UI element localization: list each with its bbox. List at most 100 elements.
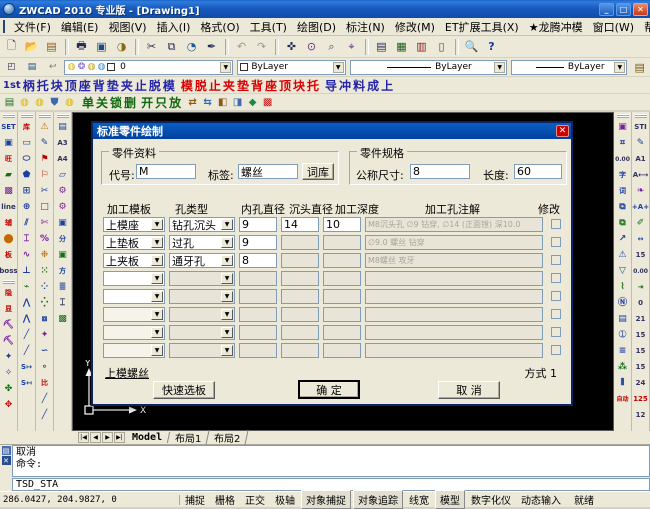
menu-help[interactable]: 帮助(H) <box>639 17 650 37</box>
copy-icon[interactable]: ⧉ <box>162 37 181 56</box>
tab-last-button[interactable]: ▶| <box>114 432 125 443</box>
mold-btn-bing[interactable]: 柄 <box>22 77 36 94</box>
row-counterbore-input[interactable] <box>281 253 319 268</box>
layer-match-icon[interactable]: ⇆ <box>201 96 214 109</box>
numbers-icon[interactable]: 0.00 <box>615 152 631 167</box>
row-counterbore-input[interactable] <box>281 235 319 250</box>
dim-000-icon[interactable]: 0.00 <box>633 264 649 279</box>
layer-btn-dan[interactable]: 单 <box>81 94 95 111</box>
shape-icon[interactable]: ⬤ <box>1 232 17 247</box>
row-inner-dia-input[interactable] <box>239 271 277 286</box>
double-angle-icon[interactable]: ⋀ <box>19 312 35 327</box>
n-circle-icon[interactable]: Ⓝ <box>615 296 631 311</box>
row-template-select[interactable]: 上垫板▼ <box>103 235 165 250</box>
quick-select-board-button[interactable]: 快速选板 <box>153 381 215 399</box>
bolt-icon[interactable]: ⌁ <box>19 280 35 295</box>
chevron-down-icon[interactable]: ▼ <box>221 237 233 248</box>
command-history[interactable]: 取消 命令: <box>12 445 650 477</box>
menu-modify[interactable]: 修改(M) <box>390 17 440 37</box>
rectangle-icon[interactable]: ▭ <box>19 136 35 151</box>
mask-icon[interactable]: ❧ <box>633 184 649 199</box>
row-hole-type-select[interactable]: ▼ <box>169 289 235 304</box>
mold-btn-ding[interactable]: 顶 <box>64 77 78 94</box>
row-depth-input[interactable] <box>323 307 361 322</box>
mold-btn-tuo[interactable]: 托 <box>36 77 50 94</box>
row-counterbore-input[interactable]: 14 <box>281 217 319 232</box>
status-object-snap[interactable]: 对象捕捉 <box>301 490 351 509</box>
add-text-icon[interactable]: +A+ <box>633 200 649 215</box>
layer-btn-kai[interactable]: 开 <box>140 94 154 111</box>
row-inner-dia-input[interactable] <box>239 289 277 304</box>
plot-layer-icon[interactable]: ◍ <box>97 62 106 73</box>
flag-red-icon[interactable]: ⚑ <box>37 152 53 167</box>
dim-24-icon[interactable]: 24 <box>633 376 649 391</box>
palette-grip[interactable] <box>39 114 51 118</box>
a4-size-icon[interactable]: A4 <box>55 152 71 167</box>
dim-15d-icon[interactable]: 15 <box>633 360 649 375</box>
table-row[interactable]: 上夹板▼ 通牙孔▼ 8 M8螺丝 攻牙 <box>103 253 565 269</box>
coordinates-readout[interactable]: 286.0427, 204.9827, 0 <box>0 495 180 505</box>
chevron-down-icon[interactable]: ▼ <box>151 309 163 320</box>
chevron-down-icon[interactable]: ▼ <box>221 219 233 230</box>
mold-btn-chong[interactable]: 冲 <box>338 77 352 94</box>
boss-icon[interactable]: boss <box>1 264 17 279</box>
row-counterbore-input[interactable] <box>281 343 319 358</box>
zoom-window-icon[interactable]: ⌕ <box>322 37 341 56</box>
row-template-select[interactable]: ▼ <box>103 307 165 322</box>
sheet-icon[interactable]: ▤ <box>55 120 71 135</box>
dim-15-icon[interactable]: 15 <box>633 248 649 263</box>
grid-block-icon[interactable]: ⊞ <box>19 184 35 199</box>
mold-btn-zhi[interactable]: 止 <box>134 77 148 94</box>
tab-prev-button[interactable]: ◀ <box>90 432 101 443</box>
menu-et-express-tools[interactable]: ET扩展工具(X) <box>440 17 524 37</box>
dictionary-button[interactable]: 词库 <box>302 163 334 180</box>
mold-btn-tuo2[interactable]: 脱 <box>148 77 162 94</box>
row-depth-input[interactable] <box>323 235 361 250</box>
tool-palettes-icon[interactable]: ▥ <box>412 37 431 56</box>
table-icon[interactable]: ▤ <box>615 312 631 327</box>
zoom-realtime-icon[interactable]: ⊙ <box>302 37 321 56</box>
status-lineweight[interactable]: 线宽 <box>405 491 433 508</box>
design-center-icon[interactable]: ▦ <box>392 37 411 56</box>
row-depth-input[interactable] <box>323 343 361 358</box>
table-row[interactable]: ▼ ▼ <box>103 325 565 341</box>
chevron-down-icon[interactable]: ▼ <box>151 345 163 356</box>
tab-model[interactable]: Model <box>125 432 170 443</box>
row-inner-dia-input[interactable]: 9 <box>239 217 277 232</box>
palette-grip[interactable] <box>57 114 69 118</box>
print-preview-icon[interactable]: ▣ <box>92 37 111 56</box>
roughness-icon[interactable]: ⌇ <box>615 280 631 295</box>
dim-12-icon[interactable]: 12 <box>633 408 649 423</box>
square-icon[interactable]: □ <box>37 200 53 215</box>
array-icon[interactable]: ▩ <box>1 184 17 199</box>
menu-insert[interactable]: 插入(I) <box>152 17 196 37</box>
menu-window[interactable]: 窗口(W) <box>588 17 639 37</box>
palette-grip[interactable] <box>617 114 629 118</box>
plot-icon[interactable]: ◑ <box>112 37 131 56</box>
chevron-down-icon[interactable]: ▼ <box>151 219 163 230</box>
mold-btn-red-mo[interactable]: 模 <box>180 77 194 94</box>
chevron-down-icon[interactable]: ▼ <box>494 62 505 73</box>
tool-f-icon[interactable]: ✥ <box>1 398 17 413</box>
undo-icon[interactable]: ↶ <box>232 37 251 56</box>
status-tablet[interactable]: 数字化仪 <box>467 491 515 508</box>
frame2-icon[interactable]: ⧈ <box>37 312 53 327</box>
a1-text-icon[interactable]: A1 <box>633 152 649 167</box>
status-polar[interactable]: 极轴 <box>271 491 299 508</box>
method-icon[interactable]: 方 <box>55 264 71 279</box>
chevron-down-icon[interactable]: ▼ <box>221 255 233 266</box>
freeze-layer-icon[interactable]: ◍ <box>63 96 76 109</box>
mold-btn-zuo[interactable]: 座 <box>78 77 92 94</box>
menu-format[interactable]: 格式(O) <box>195 17 244 37</box>
layer-merge-icon[interactable]: ⇄ <box>186 96 199 109</box>
dim-block-icon[interactable]: ▣ <box>615 120 631 135</box>
dim-style-icon[interactable]: 旺 <box>1 152 17 167</box>
layer-previous-icon[interactable]: ↩ <box>43 58 62 77</box>
mold-btn-dian[interactable]: 垫 <box>106 77 120 94</box>
layer-isolate-icon[interactable]: ◧ <box>216 96 229 109</box>
row-template-select[interactable]: ▼ <box>103 271 165 286</box>
row-hole-type-select[interactable]: 过孔▼ <box>169 235 235 250</box>
row-hole-type-select[interactable]: ▼ <box>169 343 235 358</box>
layer-color-icon[interactable]: ◆ <box>246 96 259 109</box>
status-dynamic-input[interactable]: 动态输入 <box>517 491 565 508</box>
